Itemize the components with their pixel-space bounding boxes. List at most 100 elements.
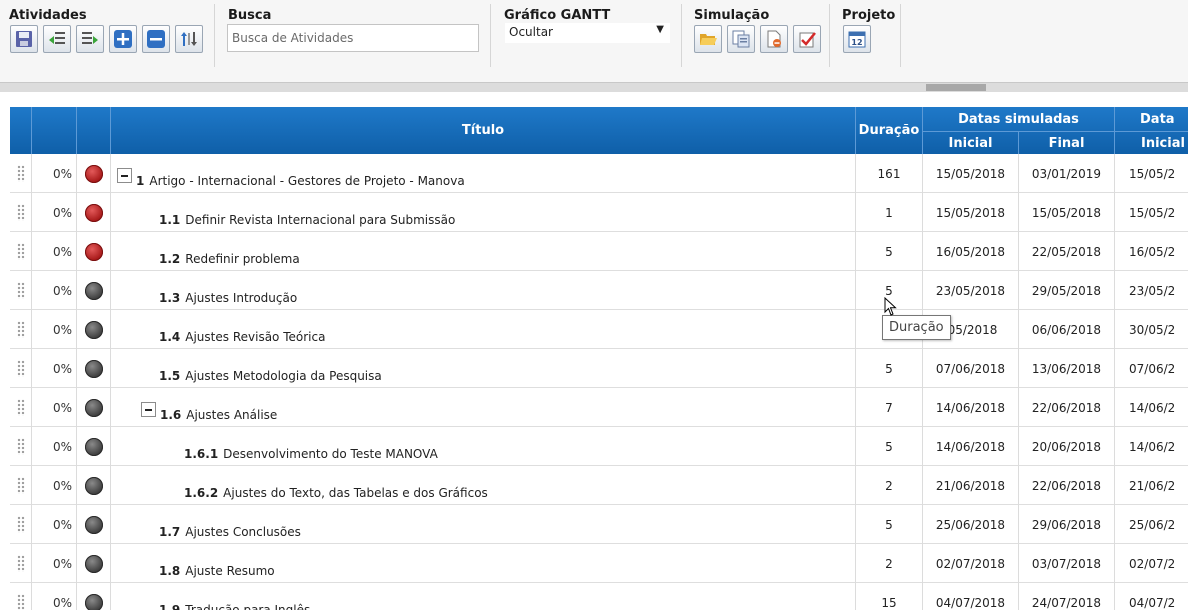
table-row[interactable]: 0% 1 Artigo - Internacional - Gestores de … [10,154,1188,193]
horizontal-scrollbar[interactable] [0,82,1188,92]
start-date-cell[interactable]: 07/06/2018 [923,349,1019,388]
start-date-cell[interactable]: 16/05/2018 [923,232,1019,271]
title-cell[interactable]: 1.6 Ajustes Análise [111,388,856,427]
header-inicial-cut[interactable]: Inicial [1115,131,1188,154]
start-date-cell[interactable]: 14/06/2018 [923,388,1019,427]
duration-cell[interactable]: 5 [856,427,923,466]
table-row[interactable]: 0% 1.3 Ajustes Introdução 5 23/05/2018 29/05/… [10,271,1188,310]
start-date-cell-2[interactable]: 02/07/2 [1115,544,1188,583]
title-cell[interactable]: 1.9 Tradução para Inglês [111,583,856,610]
table-row[interactable]: 0% 1.8 Ajuste Resumo 2 02/07/2018 03/07/2018 0… [10,544,1188,583]
start-date-cell[interactable]: 25/06/2018 [923,505,1019,544]
open-simulation-button[interactable] [694,25,722,53]
start-date-cell-2[interactable]: 14/06/2 [1115,388,1188,427]
title-cell[interactable]: 1 Artigo - Internacional - Gestores de Pr… [111,154,856,193]
apply-simulation-button[interactable] [793,25,821,53]
start-date-cell-2[interactable]: 15/05/2 [1115,193,1188,232]
table-row[interactable]: 0% 1.9 Tradução para Inglês 15 04/07/2018 24/… [10,583,1188,610]
end-date-cell[interactable]: 13/06/2018 [1019,349,1115,388]
start-date-cell-2[interactable]: 30/05/2 [1115,310,1188,349]
remove-activity-button[interactable] [142,25,170,53]
title-cell[interactable]: 1.4 Ajustes Revisão Teórica [111,310,856,349]
table-row[interactable]: 0% 1.5 Ajustes Metodologia da Pesquisa 5 07/… [10,349,1188,388]
end-date-cell[interactable]: 22/05/2018 [1019,232,1115,271]
drag-handle[interactable] [10,388,32,427]
start-date-cell-2[interactable]: 07/06/2 [1115,349,1188,388]
drag-handle[interactable] [10,271,32,310]
header-duracao[interactable]: Duração [856,107,923,154]
remove-simulation-button[interactable] [760,25,788,53]
duration-cell[interactable]: 161 [856,154,923,193]
title-cell[interactable]: 1.8 Ajuste Resumo [111,544,856,583]
end-date-cell[interactable]: 03/01/2019 [1019,154,1115,193]
header-inicial[interactable]: Inicial [923,131,1019,154]
end-date-cell[interactable]: 29/05/2018 [1019,271,1115,310]
drag-handle[interactable] [10,232,32,271]
table-row[interactable]: 0% 1.4 Ajustes Revisão Teórica/05/2018 06/0… [10,310,1188,349]
table-row[interactable]: 0% 1.2 Redefinir problema 5 16/05/2018 22/05/… [10,232,1188,271]
end-date-cell[interactable]: 15/05/2018 [1019,193,1115,232]
table-row[interactable]: 0% 1.6.1 Desenvolvimento do Teste MANOVA 5 1… [10,427,1188,466]
title-cell[interactable]: 1.3 Ajustes Introdução [111,271,856,310]
start-date-cell-2[interactable]: 23/05/2 [1115,271,1188,310]
duration-cell[interactable]: 15 [856,583,923,610]
drag-handle[interactable] [10,154,32,193]
table-row[interactable]: 0% 1.6 Ajustes Análise 7 14/06/2018 22/06/201… [10,388,1188,427]
collapse-toggle[interactable] [141,402,156,417]
title-cell[interactable]: 1.7 Ajustes Conclusões [111,505,856,544]
header-titulo[interactable]: Título [111,107,856,154]
duration-cell[interactable]: 1 [856,193,923,232]
start-date-cell-2[interactable]: 25/06/2 [1115,505,1188,544]
outdent-button[interactable] [43,25,71,53]
end-date-cell[interactable]: 20/06/2018 [1019,427,1115,466]
title-cell[interactable]: 1.1 Definir Revista Internacional para Su… [111,193,856,232]
start-date-cell-2[interactable]: 15/05/2 [1115,154,1188,193]
drag-handle[interactable] [10,544,32,583]
table-row[interactable]: 0% 1.6.2 Ajustes do Texto, das Tabelas e d… [10,466,1188,505]
title-cell[interactable]: 1.6.1 Desenvolvimento do Teste MANOVA [111,427,856,466]
start-date-cell-2[interactable]: 16/05/2 [1115,232,1188,271]
start-date-cell[interactable]: 23/05/2018 [923,271,1019,310]
drag-handle[interactable] [10,583,32,610]
start-date-cell[interactable]: 21/06/2018 [923,466,1019,505]
start-date-cell[interactable]: 15/05/2018 [923,154,1019,193]
start-date-cell[interactable]: 02/07/2018 [923,544,1019,583]
title-cell[interactable]: 1.6.2 Ajustes do Texto, das Tabelas e dos… [111,466,856,505]
start-date-cell-2[interactable]: 04/07/2 [1115,583,1188,610]
gantt-select[interactable]: Ocultar ▼ [505,23,670,43]
drag-handle[interactable] [10,193,32,232]
end-date-cell[interactable]: 22/06/2018 [1019,466,1115,505]
table-row[interactable]: 0% 1.1 Definir Revista Internacional para … [10,193,1188,232]
title-cell[interactable]: 1.5 Ajustes Metodologia da Pesquisa [111,349,856,388]
copy-simulation-button[interactable] [727,25,755,53]
duration-cell[interactable]: 7 [856,388,923,427]
search-input[interactable] [227,24,479,52]
drag-handle[interactable] [10,349,32,388]
header-final[interactable]: Final [1019,131,1115,154]
drag-handle[interactable] [10,505,32,544]
sort-button[interactable] [175,25,203,53]
duration-cell[interactable]: 5 [856,349,923,388]
project-calendar-button[interactable]: 12 [843,25,871,53]
end-date-cell[interactable]: 22/06/2018 [1019,388,1115,427]
collapse-toggle[interactable] [117,168,132,183]
drag-handle[interactable] [10,310,32,349]
end-date-cell[interactable]: 03/07/2018 [1019,544,1115,583]
duration-cell[interactable]: 5 [856,505,923,544]
start-date-cell[interactable]: 14/06/2018 [923,427,1019,466]
title-cell[interactable]: 1.2 Redefinir problema [111,232,856,271]
indent-button[interactable] [76,25,104,53]
duration-cell[interactable]: 5 [856,232,923,271]
start-date-cell[interactable]: 04/07/2018 [923,583,1019,610]
table-row[interactable]: 0% 1.7 Ajustes Conclusões 5 25/06/2018 29/06/… [10,505,1188,544]
add-activity-button[interactable] [109,25,137,53]
start-date-cell-2[interactable]: 14/06/2 [1115,427,1188,466]
end-date-cell[interactable]: 24/07/2018 [1019,583,1115,610]
duration-cell[interactable]: 2 [856,466,923,505]
start-date-cell-2[interactable]: 21/06/2 [1115,466,1188,505]
end-date-cell[interactable]: 29/06/2018 [1019,505,1115,544]
save-button[interactable] [10,25,38,53]
start-date-cell[interactable]: 15/05/2018 [923,193,1019,232]
scrollbar-thumb[interactable] [926,84,986,91]
drag-handle[interactable] [10,427,32,466]
